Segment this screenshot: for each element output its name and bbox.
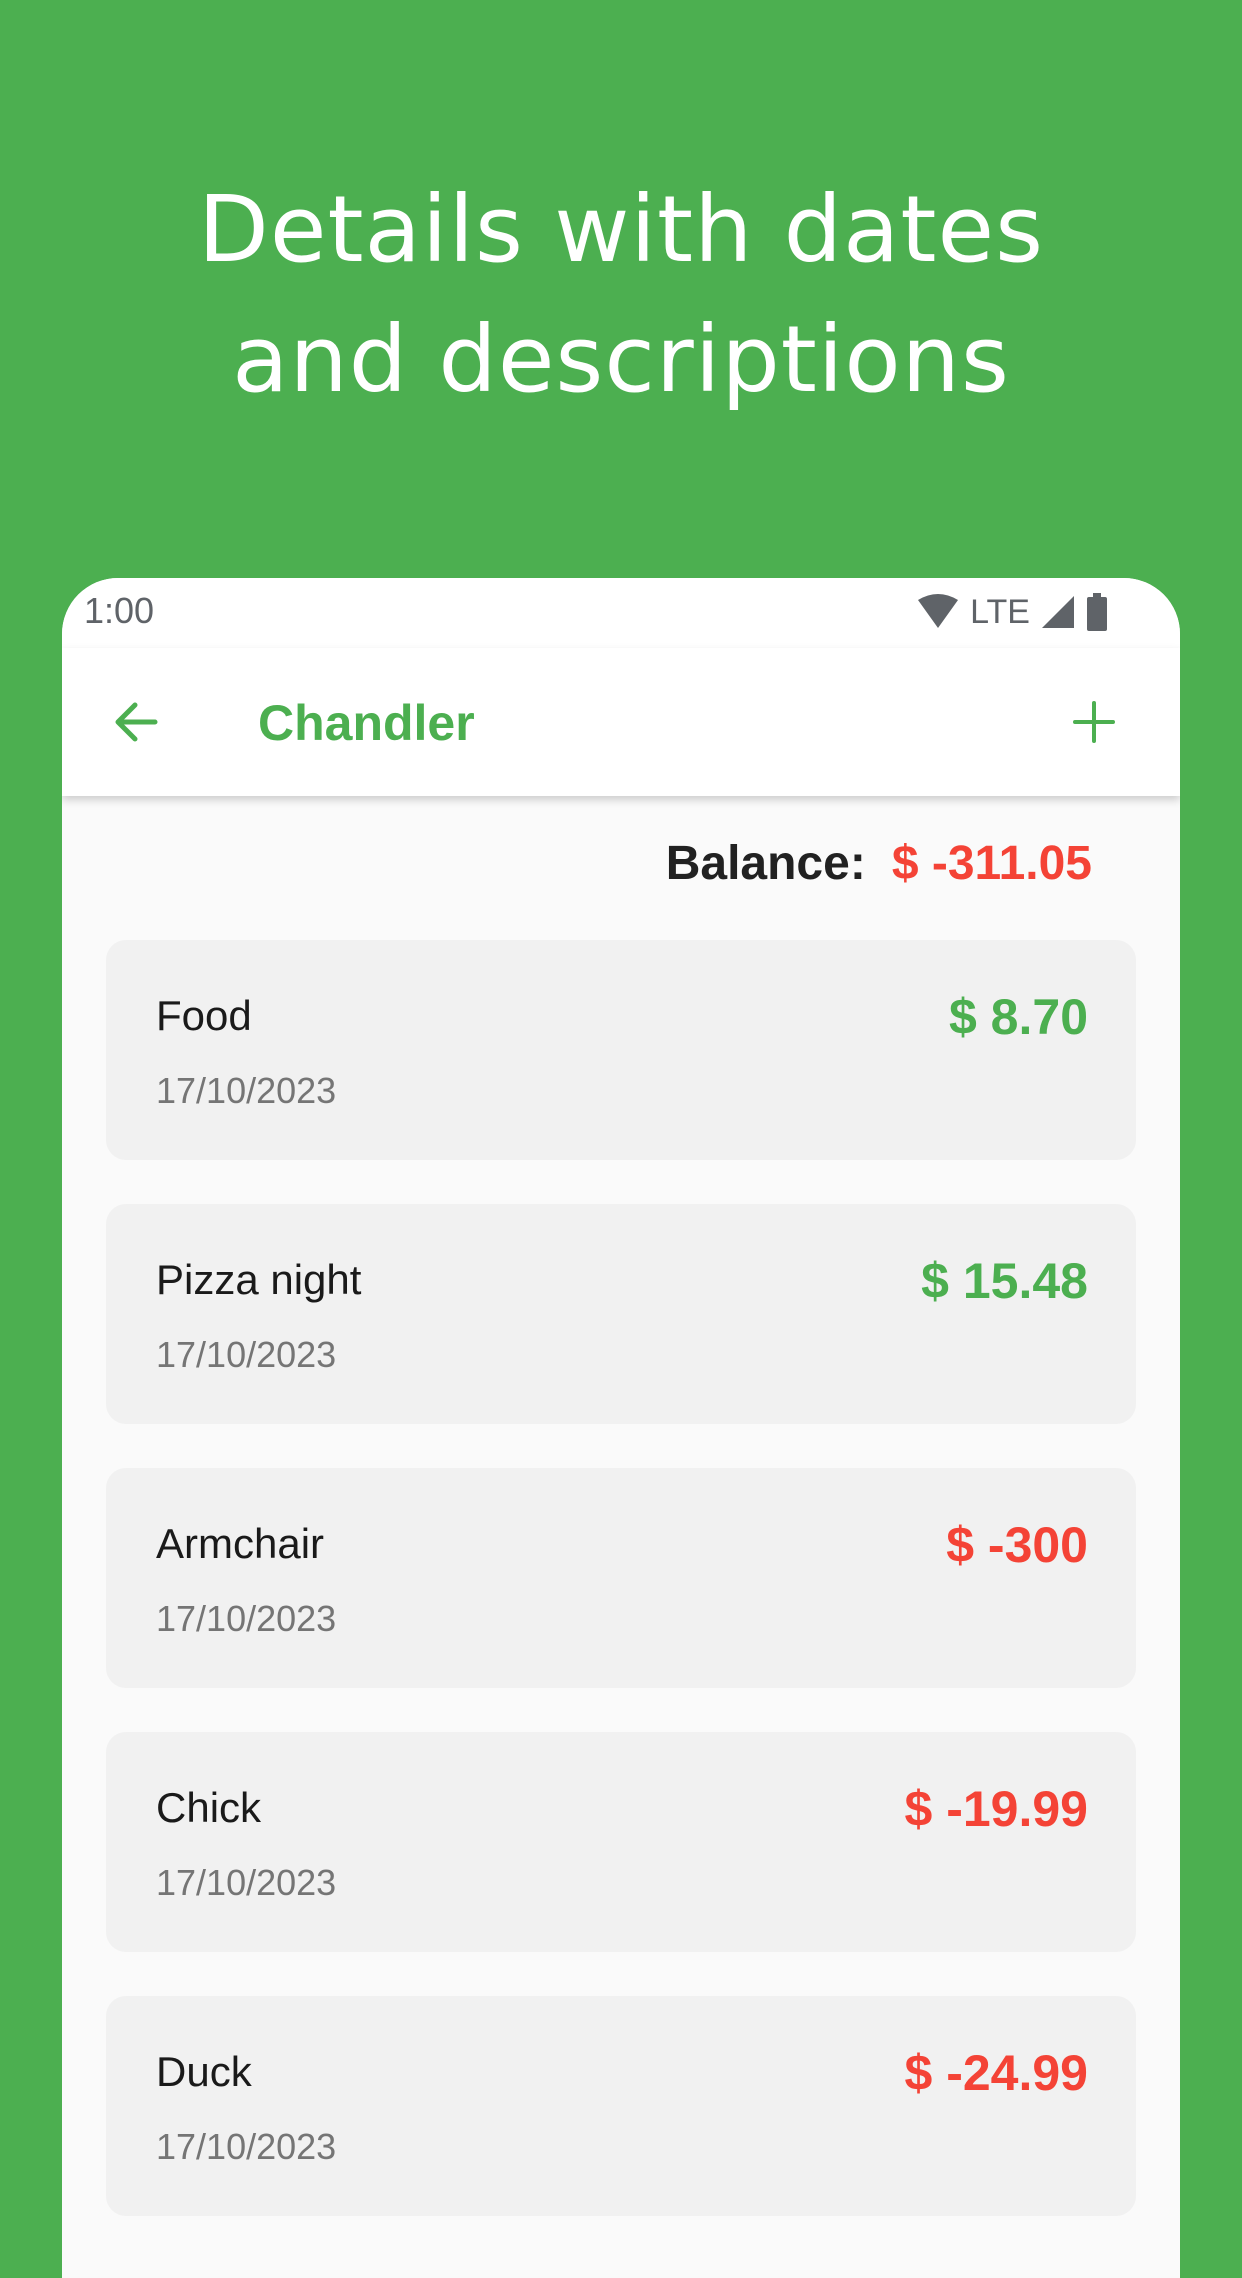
transaction-card[interactable]: Chick 17/10/2023 $ -19.99 xyxy=(106,1732,1136,1952)
balance-row: Balance: $ -311.05 xyxy=(666,836,1092,891)
wifi-icon xyxy=(918,594,959,628)
app-bar: Chandler xyxy=(62,648,1180,796)
transaction-amount: $ 15.48 xyxy=(921,1253,1088,1309)
transaction-card[interactable]: Armchair 17/10/2023 $ -300 xyxy=(106,1468,1136,1688)
balance-value: $ -311.05 xyxy=(891,837,1092,890)
headline-line-1: Details with dates xyxy=(198,176,1044,283)
transaction-card[interactable]: Food 17/10/2023 $ 8.70 xyxy=(106,940,1136,1160)
status-time: 1:00 xyxy=(84,590,155,631)
transaction-amount: $ -300 xyxy=(946,1517,1088,1573)
transaction-title: Pizza night xyxy=(156,1256,362,1303)
phone-screen: 1:00 LTE Chandler Balance: $ -311.05 Foo… xyxy=(62,578,1180,2278)
transaction-title: Armchair xyxy=(156,1520,325,1567)
balance-label: Balance: xyxy=(665,837,866,890)
back-button[interactable] xyxy=(100,686,172,758)
transaction-date: 17/10/2023 xyxy=(156,2126,337,2167)
transaction-amount: $ -24.99 xyxy=(904,2045,1088,2101)
battery-icon xyxy=(1087,593,1107,631)
page-title: Chandler xyxy=(258,695,475,751)
signal-icon xyxy=(1042,596,1074,628)
transaction-amount: $ -19.99 xyxy=(904,1781,1088,1837)
transaction-date: 17/10/2023 xyxy=(156,1862,337,1903)
transaction-date: 17/10/2023 xyxy=(156,1598,337,1639)
arrow-left-icon xyxy=(115,702,158,742)
transaction-amount: $ 8.70 xyxy=(948,989,1088,1045)
transaction-date: 17/10/2023 xyxy=(156,1334,337,1375)
network-type: LTE xyxy=(970,592,1030,631)
add-transaction-button[interactable] xyxy=(1058,686,1130,758)
transaction-title: Duck xyxy=(156,2048,252,2095)
transaction-date: 17/10/2023 xyxy=(156,1070,337,1111)
headline-line-2: and descriptions xyxy=(232,306,1010,413)
transaction-card[interactable]: Duck 17/10/2023 $ -24.99 xyxy=(106,1996,1136,2216)
transaction-title: Food xyxy=(156,992,252,1039)
status-icons: LTE xyxy=(916,592,1108,632)
transaction-card[interactable]: Pizza night 17/10/2023 $ 15.48 xyxy=(106,1204,1136,1424)
transaction-title: Chick xyxy=(156,1784,262,1831)
promo-headline: Details with dates and descriptions xyxy=(0,165,1242,425)
status-bar: 1:00 LTE xyxy=(62,578,1180,648)
plus-icon xyxy=(1073,701,1115,743)
transaction-list: Food 17/10/2023 $ 8.70 Pizza night 17/10… xyxy=(106,940,1136,2260)
